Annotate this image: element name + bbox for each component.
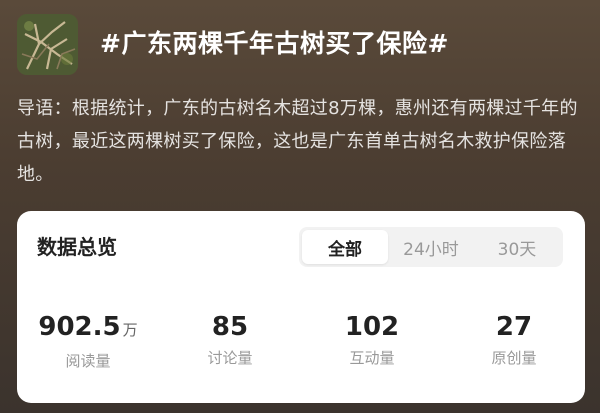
topic-intro: 导语：根据统计，广东的古树名木超过8万棵，惠州还有两棵过千年的古树，最近这两棵树…	[17, 98, 578, 185]
stat-label: 阅读量	[65, 352, 111, 370]
stat-label: 讨论量	[207, 349, 253, 367]
topic-avatar[interactable]	[17, 14, 78, 75]
stat-number: 102	[344, 312, 400, 342]
tab-24h[interactable]: 24小时	[388, 230, 474, 264]
stat-unit: 万	[122, 321, 138, 339]
stat-label: 互动量	[349, 349, 395, 367]
stat-value: 902.5 万	[17, 311, 159, 346]
stat-originals: 27 原创量	[443, 311, 585, 371]
stat-reads: 902.5 万 阅读量	[17, 311, 159, 371]
stat-value: 85	[159, 311, 301, 343]
stat-number: 85	[211, 312, 249, 342]
stat-discussions: 85 讨论量	[159, 311, 301, 371]
stat-number: 902.5	[38, 312, 121, 342]
stat-interactions: 102 互动量	[301, 311, 443, 371]
stat-value: 102	[301, 311, 443, 343]
topic-header: #广东两棵千年古树买了保险# 导语：根据统计，广东的古树名木超过8万棵，惠州还有…	[0, 0, 600, 413]
tab-all[interactable]: 全部	[302, 230, 388, 264]
stats-row: 902.5 万 阅读量 85 讨论量 102 互动量 27 原创量	[17, 311, 585, 371]
overview-title: 数据总览	[37, 235, 117, 259]
stat-label: 原创量	[491, 349, 537, 367]
tab-30d[interactable]: 30天	[474, 230, 560, 264]
time-range-tabs: 全部 24小时 30天	[299, 227, 563, 267]
stat-value: 27	[443, 311, 585, 343]
tree-photo-icon	[17, 14, 78, 75]
data-overview-card: 数据总览 全部 24小时 30天 902.5 万 阅读量 85 讨论量 102 互…	[17, 211, 585, 403]
topic-title: #广东两棵千年古树买了保险#	[100, 29, 449, 58]
stat-number: 27	[495, 312, 533, 342]
